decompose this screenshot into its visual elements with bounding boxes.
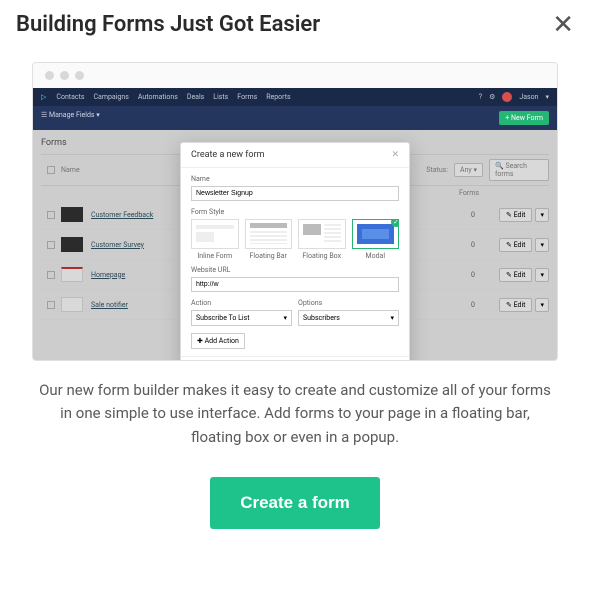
announcement-description: Our new form builder makes it easy to cr… xyxy=(16,361,574,449)
help-icon[interactable]: ? xyxy=(479,93,482,101)
app-topbar: ▷ Contacts Campaigns Automations Deals L… xyxy=(33,88,557,106)
add-action-button[interactable]: ✚ Add Action xyxy=(191,333,245,349)
create-form-modal: Create a new form ✕ Name Form Style Inli… xyxy=(180,142,410,361)
style-modal[interactable]: ✓Modal xyxy=(352,219,400,260)
style-label: Form Style xyxy=(191,208,399,216)
style-inline[interactable]: Inline Form xyxy=(191,219,239,260)
name-input[interactable] xyxy=(191,186,399,201)
options-label: Options xyxy=(298,299,399,307)
nav-contacts[interactable]: Contacts xyxy=(56,93,84,101)
gear-icon[interactable]: ⚙ xyxy=(489,93,495,101)
screenshot-preview: ▷ Contacts Campaigns Automations Deals L… xyxy=(32,62,558,361)
modal-title: Create a new form xyxy=(191,150,265,160)
new-form-button[interactable]: + New Form xyxy=(499,111,549,125)
nav-automations[interactable]: Automations xyxy=(138,93,178,101)
user-name[interactable]: Jason xyxy=(519,93,538,101)
chevron-down-icon: ▾ xyxy=(283,314,287,322)
style-floating-bar[interactable]: Floating Bar xyxy=(245,219,293,260)
avatar[interactable] xyxy=(502,92,512,102)
options-select[interactable]: Subscribers▾ xyxy=(298,310,399,326)
url-input[interactable] xyxy=(191,277,399,292)
nav-campaigns[interactable]: Campaigns xyxy=(93,93,128,101)
manage-fields-button[interactable]: ☰ Manage Fields ▾ xyxy=(41,111,100,125)
app-logo-icon: ▷ xyxy=(41,93,46,101)
action-label: Action xyxy=(191,299,292,307)
announcement-title: Building Forms Just Got Easier xyxy=(16,12,320,37)
check-icon: ✓ xyxy=(391,219,399,227)
nav-reports[interactable]: Reports xyxy=(266,93,290,101)
app-subbar: ☰ Manage Fields ▾ + New Form xyxy=(33,106,557,130)
action-select[interactable]: Subscribe To List▾ xyxy=(191,310,292,326)
url-label: Website URL xyxy=(191,266,399,274)
chevron-down-icon[interactable]: ▾ xyxy=(545,93,549,101)
close-icon[interactable]: ✕ xyxy=(552,12,574,38)
create-a-form-button[interactable]: Create a form xyxy=(210,477,380,529)
window-traffic-lights xyxy=(33,63,557,88)
style-floating-box[interactable]: Floating Box xyxy=(298,219,346,260)
nav-lists[interactable]: Lists xyxy=(213,93,228,101)
chevron-down-icon: ▾ xyxy=(390,314,394,322)
nav-deals[interactable]: Deals xyxy=(187,93,204,101)
nav-forms[interactable]: Forms xyxy=(237,93,257,101)
name-label: Name xyxy=(191,175,399,183)
modal-close-icon[interactable]: ✕ xyxy=(391,150,399,160)
